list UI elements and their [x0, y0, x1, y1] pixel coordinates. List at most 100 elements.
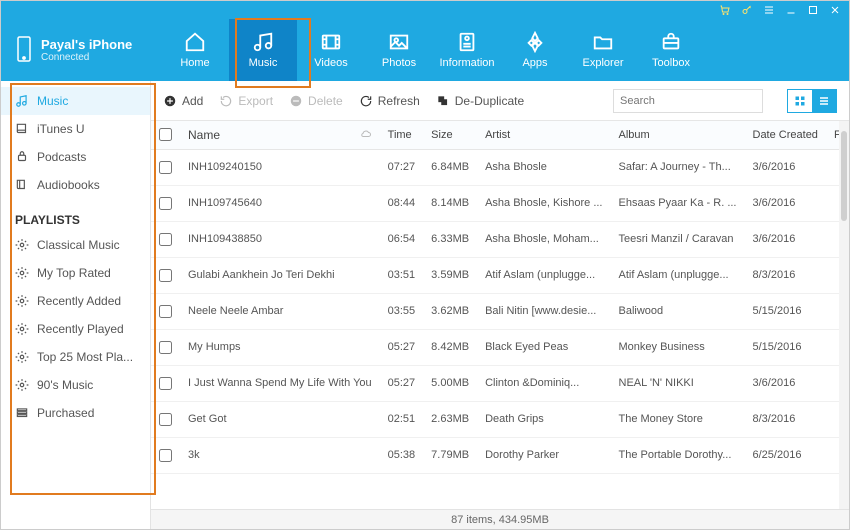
row-checkbox[interactable] — [151, 149, 180, 185]
key-icon[interactable] — [741, 4, 753, 16]
cell-name: Gulabi Aankhein Jo Teri Dekhi — [180, 257, 380, 293]
search-input[interactable] — [620, 95, 762, 107]
device-status: Connected — [41, 52, 132, 63]
cell-size: 3.59MB — [423, 257, 477, 293]
cell-artist: Asha Bhosle — [477, 149, 610, 185]
table-row[interactable]: My Humps05:278.42MBBlack Eyed PeasMonkey… — [151, 329, 849, 365]
cell-artist: Asha Bhosle, Moham... — [477, 221, 610, 257]
cell-date: 3/6/2016 — [745, 149, 826, 185]
playlist-item[interactable]: My Top Rated — [1, 259, 150, 287]
sidebar-item-audiobooks[interactable]: Audiobooks — [1, 171, 150, 199]
playlist-item[interactable]: Recently Played — [1, 315, 150, 343]
col-name[interactable]: Name — [180, 121, 380, 149]
table-row[interactable]: Neele Neele Ambar03:553.62MBBali Nitin [… — [151, 293, 849, 329]
col-artist[interactable]: Artist — [477, 121, 610, 149]
row-checkbox[interactable] — [151, 221, 180, 257]
maximize-icon[interactable] — [807, 4, 819, 16]
device-panel[interactable]: Payal's iPhone Connected — [1, 35, 161, 66]
row-checkbox[interactable] — [151, 401, 180, 437]
search-box[interactable] — [613, 89, 763, 113]
row-checkbox[interactable] — [151, 185, 180, 221]
nav-information[interactable]: Information — [433, 19, 501, 81]
nav-photos[interactable]: Photos — [365, 19, 433, 81]
row-checkbox[interactable] — [151, 257, 180, 293]
col-time[interactable]: Time — [380, 121, 424, 149]
cell-size: 3.62MB — [423, 293, 477, 329]
sidebar-label: Audiobooks — [37, 178, 100, 192]
device-name: Payal's iPhone — [41, 37, 132, 52]
table-row[interactable]: INH10924015007:276.84MBAsha BhosleSafar:… — [151, 149, 849, 185]
table-row[interactable]: Get Got02:512.63MBDeath GripsThe Money S… — [151, 401, 849, 437]
close-icon[interactable] — [829, 4, 841, 16]
header: Payal's iPhone Connected HomeMusicVideos… — [1, 19, 849, 81]
cell-time: 03:51 — [380, 257, 424, 293]
delete-button[interactable]: Delete — [289, 94, 343, 108]
information-icon — [455, 31, 479, 53]
scrollbar[interactable] — [839, 121, 849, 509]
sidebar-item-itunes-u[interactable]: iTunes U — [1, 115, 150, 143]
cell-date: 3/6/2016 — [745, 185, 826, 221]
nav-label: Information — [439, 57, 494, 69]
row-checkbox[interactable] — [151, 329, 180, 365]
main-panel: Add Export Delete Refresh De-Duplicate — [151, 81, 849, 529]
export-button[interactable]: Export — [219, 94, 273, 108]
top-nav: HomeMusicVideosPhotos Information Apps Expl… — [161, 19, 849, 81]
cell-time: 03:55 — [380, 293, 424, 329]
add-button[interactable]: Add — [163, 94, 203, 108]
table-row[interactable]: 3k05:387.79MBDorothy ParkerThe Portable … — [151, 437, 849, 473]
nav-label: Explorer — [583, 57, 624, 69]
playlist-icon — [15, 294, 29, 308]
photos-icon — [387, 31, 411, 53]
sidebar-item-music[interactable]: Music — [1, 87, 150, 115]
cell-artist: Asha Bhosle, Kishore ... — [477, 185, 610, 221]
cell-artist: Dorothy Parker — [477, 437, 610, 473]
cell-name: Neele Neele Ambar — [180, 293, 380, 329]
playlist-icon — [15, 378, 29, 392]
videos-icon — [319, 31, 343, 53]
playlist-icon — [15, 406, 29, 420]
cell-size: 8.42MB — [423, 329, 477, 365]
table-row[interactable]: INH10943885006:546.33MBAsha Bhosle, Moha… — [151, 221, 849, 257]
table-row[interactable]: INH10974564008:448.14MBAsha Bhosle, Kish… — [151, 185, 849, 221]
table-row[interactable]: I Just Wanna Spend My Life With You05:27… — [151, 365, 849, 401]
dedup-button[interactable]: De-Duplicate — [436, 94, 524, 108]
col-album[interactable]: Album — [611, 121, 745, 149]
playlist-item[interactable]: Top 25 Most Pla... — [1, 343, 150, 371]
playlist-item[interactable]: 90's Music — [1, 371, 150, 399]
playlist-label: Recently Added — [37, 294, 121, 308]
grid-view-button[interactable] — [788, 90, 812, 112]
refresh-button[interactable]: Refresh — [359, 94, 420, 108]
cell-size: 2.63MB — [423, 401, 477, 437]
select-all-header[interactable] — [151, 121, 180, 149]
cell-album: The Portable Dorothy... — [611, 437, 745, 473]
row-checkbox[interactable] — [151, 437, 180, 473]
scrollbar-thumb[interactable] — [841, 131, 847, 221]
row-checkbox[interactable] — [151, 293, 180, 329]
playlist-item[interactable]: Classical Music — [1, 231, 150, 259]
table-row[interactable]: Gulabi Aankhein Jo Teri Dekhi03:513.59MB… — [151, 257, 849, 293]
nav-explorer[interactable]: Explorer — [569, 19, 637, 81]
nav-toolbox[interactable]: Toolbox — [637, 19, 705, 81]
list-view-button[interactable] — [812, 90, 836, 112]
playlist-item[interactable]: Recently Added — [1, 287, 150, 315]
phone-icon — [15, 35, 33, 66]
col-date[interactable]: Date Created — [745, 121, 826, 149]
playlist-item[interactable]: Purchased — [1, 399, 150, 427]
titlebar — [1, 1, 849, 19]
playlists-header: PLAYLISTS — [1, 199, 150, 231]
music-icon — [251, 31, 275, 53]
nav-home[interactable]: Home — [161, 19, 229, 81]
nav-music[interactable]: Music — [229, 19, 297, 81]
cell-album: Safar: A Journey - Th... — [611, 149, 745, 185]
row-checkbox[interactable] — [151, 365, 180, 401]
nav-apps[interactable]: Apps — [501, 19, 569, 81]
menu-icon[interactable] — [763, 4, 775, 16]
cell-artist: Atif Aslam (unplugge... — [477, 257, 610, 293]
col-size[interactable]: Size — [423, 121, 477, 149]
cell-name: My Humps — [180, 329, 380, 365]
minimize-icon[interactable] — [785, 4, 797, 16]
sidebar-item-podcasts[interactable]: Podcasts — [1, 143, 150, 171]
table-scroll[interactable]: Name Time Size Artist Album Date Created… — [151, 121, 849, 509]
nav-videos[interactable]: Videos — [297, 19, 365, 81]
cart-icon[interactable] — [719, 4, 731, 16]
